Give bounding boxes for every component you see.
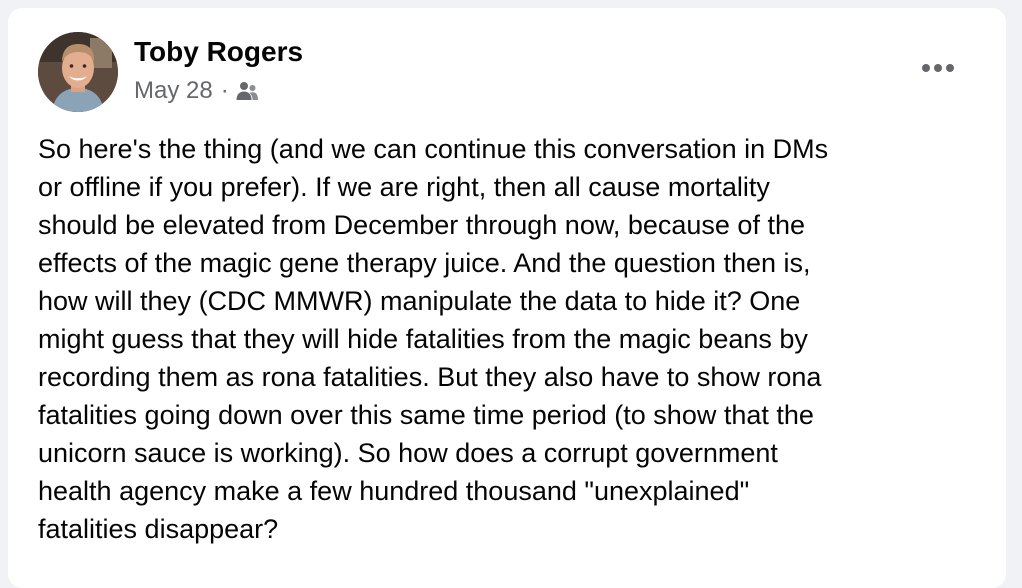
avatar-photo <box>38 32 118 112</box>
post-text-line: fatalities going down over this same tim… <box>38 400 814 430</box>
post-text-line: So here's the thing (and we can continue… <box>38 134 829 164</box>
post-text-line: might guess that they will hide fataliti… <box>38 324 808 354</box>
post-text-line: unicorn sauce is working). So how does a… <box>38 438 778 468</box>
more-options-icon <box>922 64 954 72</box>
meta-separator: · <box>220 77 229 104</box>
post-text-line: fatalities disappear? <box>38 514 279 544</box>
post-text-line: should be elevated from December through… <box>38 210 805 240</box>
post-date[interactable]: May 28 <box>134 76 213 106</box>
friends-icon[interactable] <box>235 79 259 103</box>
post-meta: May 28 · <box>134 76 259 106</box>
author-avatar[interactable] <box>38 32 118 112</box>
post-text-line: how will they (CDC MMWR) manipulate the … <box>38 286 801 316</box>
post-card: Toby Rogers May 28 · So here's the thing… <box>8 8 1006 588</box>
post-body: So here's the thing (and we can continue… <box>38 130 978 548</box>
post-text-line: effects of the magic gene therapy juice.… <box>38 248 811 278</box>
post-text-line: health agency make a few hundred thousan… <box>38 476 750 506</box>
more-options-button[interactable] <box>912 52 964 84</box>
post-text-line: recording them as rona fatalities. But t… <box>38 362 822 392</box>
author-name[interactable]: Toby Rogers <box>134 36 303 68</box>
post-text-line: or offline if you prefer). If we are rig… <box>38 172 770 202</box>
